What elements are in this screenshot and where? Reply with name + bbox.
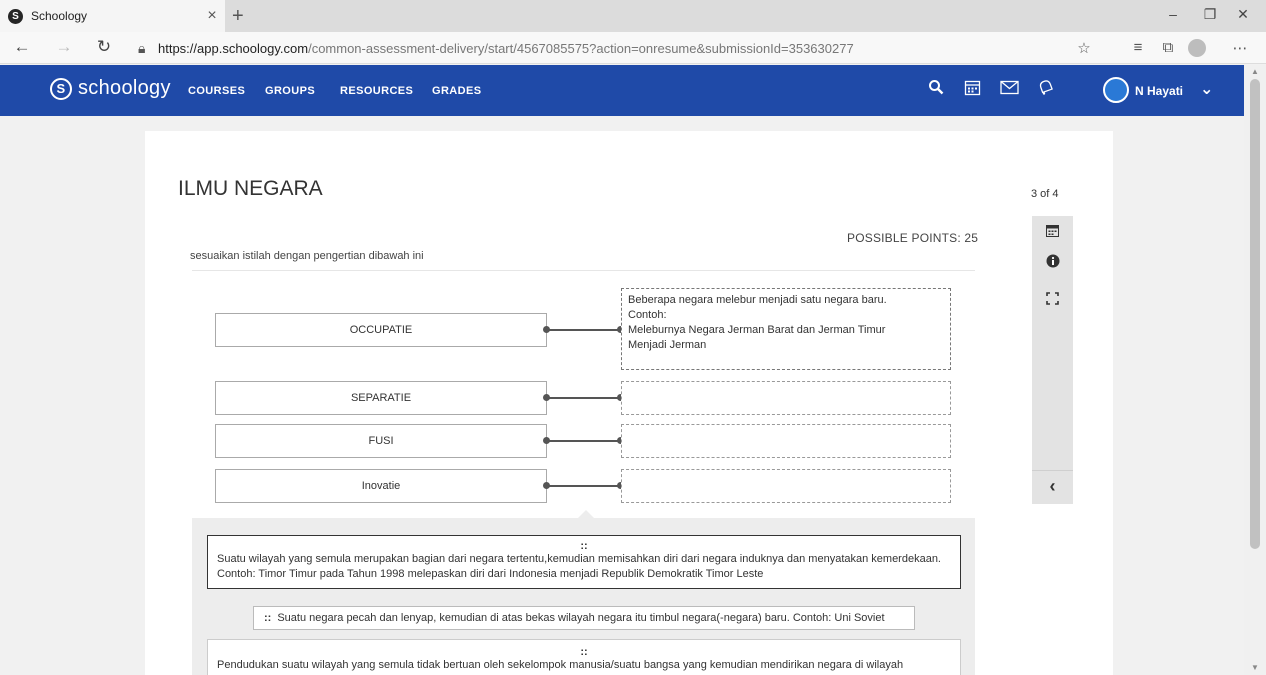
scroll-up-icon[interactable]: ▲ <box>1244 67 1266 76</box>
answer-drop-target[interactable] <box>621 381 951 415</box>
term-separatie: SEPARATIE <box>215 381 547 415</box>
scroll-down-icon[interactable]: ▼ <box>1244 663 1266 672</box>
matched-answer-line: Meleburnya Negara Jerman Barat dan Jerma… <box>628 324 886 336</box>
match-connector <box>547 485 622 487</box>
page-scrollbar[interactable]: ▲ ▼ <box>1244 65 1266 675</box>
calendar-icon[interactable] <box>1032 224 1073 240</box>
page-title: ILMU NEGARA <box>178 177 323 200</box>
answer-chip[interactable]: :: Suatu wilayah yang semula merupakan b… <box>207 535 961 589</box>
minimize-icon[interactable]: – <box>1158 6 1188 22</box>
answer-chip[interactable]: :: Suatu negara pecah dan lenyap, kemudi… <box>253 606 915 630</box>
back-icon[interactable]: ← <box>10 37 34 57</box>
connector-dot <box>543 326 550 333</box>
question-position: 3 of 4 <box>1031 188 1059 200</box>
browser-tab[interactable]: S Schoology × <box>0 0 225 32</box>
url-host: https://app.schoology.com <box>158 41 309 56</box>
connector-dot <box>543 482 550 489</box>
match-connector <box>547 397 622 399</box>
answer-chip-text: Suatu negara pecah dan lenyap, kemudian … <box>277 611 885 624</box>
window-close-icon[interactable]: ✕ <box>1228 6 1258 23</box>
schoology-logo-icon: S <box>50 77 72 100</box>
calendar-icon[interactable] <box>960 79 984 101</box>
nav-groups[interactable]: GROUPS <box>265 85 315 97</box>
tab-title: Schoology <box>31 9 88 23</box>
answer-drop-target[interactable] <box>621 424 951 458</box>
answer-chip-text: Suatu wilayah yang semula merupakan bagi… <box>217 553 941 580</box>
match-connector <box>547 329 622 331</box>
matched-answer-line: Contoh: <box>628 309 667 321</box>
address-bar: ← → ↻ 🔒︎ https://app.schoology.com/commo… <box>0 32 1266 64</box>
search-icon[interactable] <box>924 79 948 100</box>
new-tab-icon[interactable]: + <box>232 5 244 28</box>
collapse-rail-icon[interactable]: ‹ <box>1032 476 1073 497</box>
star-icon[interactable]: ☆ <box>1072 39 1096 57</box>
notifications-icon[interactable] <box>1034 79 1058 101</box>
user-name[interactable]: N Hayati <box>1135 84 1183 98</box>
forward-icon[interactable]: → <box>52 37 76 57</box>
chevron-down-icon[interactable]: ⌄ <box>1200 79 1213 99</box>
scroll-thumb[interactable] <box>1250 79 1260 549</box>
expand-icon[interactable] <box>1032 292 1073 308</box>
matched-answer-line: Beberapa negara melebur menjadi satu neg… <box>628 294 887 306</box>
term-inovatie: Inovatie <box>215 469 547 503</box>
possible-points: POSSIBLE POINTS: 25 <box>847 231 979 245</box>
answer-drop-target[interactable] <box>621 469 951 503</box>
lock-icon: 🔒︎ <box>138 40 146 56</box>
matched-answer-line: Menjadi Jerman <box>628 339 707 351</box>
info-icon[interactable] <box>1032 254 1073 271</box>
term-occupatie: OCCUPATIE <box>215 313 547 347</box>
schoology-logo[interactable]: S schoology <box>50 77 171 100</box>
url-path: /common-assessment-delivery/start/456708… <box>308 41 854 56</box>
profile-icon[interactable] <box>1188 39 1206 57</box>
connector-dot <box>543 437 550 444</box>
schoology-favicon-icon: S <box>8 8 23 24</box>
schoology-header: S schoology COURSES GROUPS RESOURCES GRA… <box>0 65 1244 116</box>
favorites-icon[interactable]: ≡ <box>1126 39 1150 56</box>
drag-handle-icon[interactable]: :: <box>217 646 951 658</box>
match-connector <box>547 440 622 442</box>
rail-divider <box>1032 470 1073 471</box>
more-icon[interactable]: ⋯ <box>1228 39 1252 57</box>
collections-icon[interactable]: ⧉ <box>1156 39 1180 56</box>
refresh-icon[interactable]: ↻ <box>92 37 116 57</box>
user-avatar[interactable] <box>1103 77 1129 103</box>
answer-drop-target-filled[interactable]: Beberapa negara melebur menjadi satu neg… <box>621 288 951 370</box>
nav-resources[interactable]: RESOURCES <box>340 85 413 97</box>
question-prompt: sesuaikan istilah dengan pengertian diba… <box>190 250 424 262</box>
messages-icon[interactable] <box>997 79 1021 100</box>
answer-chip[interactable]: :: Pendudukan suatu wilayah yang semula … <box>207 639 961 675</box>
close-tab-icon[interactable]: × <box>199 7 225 25</box>
term-fusi: FUSI <box>215 424 547 458</box>
nav-grades[interactable]: GRADES <box>432 85 481 97</box>
drag-handle-icon[interactable]: :: <box>217 540 951 552</box>
drag-handle-icon[interactable]: :: <box>264 611 271 626</box>
logo-text: schoology <box>78 77 171 99</box>
connector-dot <box>543 394 550 401</box>
answer-chip-text: Pendudukan suatu wilayah yang semula tid… <box>217 659 904 671</box>
maximize-icon[interactable]: ❐ <box>1195 6 1225 23</box>
browser-tab-bar: S Schoology × + – ❐ ✕ <box>0 0 1266 32</box>
url-field[interactable]: https://app.schoology.com/common-assessm… <box>158 41 854 56</box>
question-tool-rail: ‹ <box>1032 216 1073 504</box>
nav-courses[interactable]: COURSES <box>188 85 245 97</box>
